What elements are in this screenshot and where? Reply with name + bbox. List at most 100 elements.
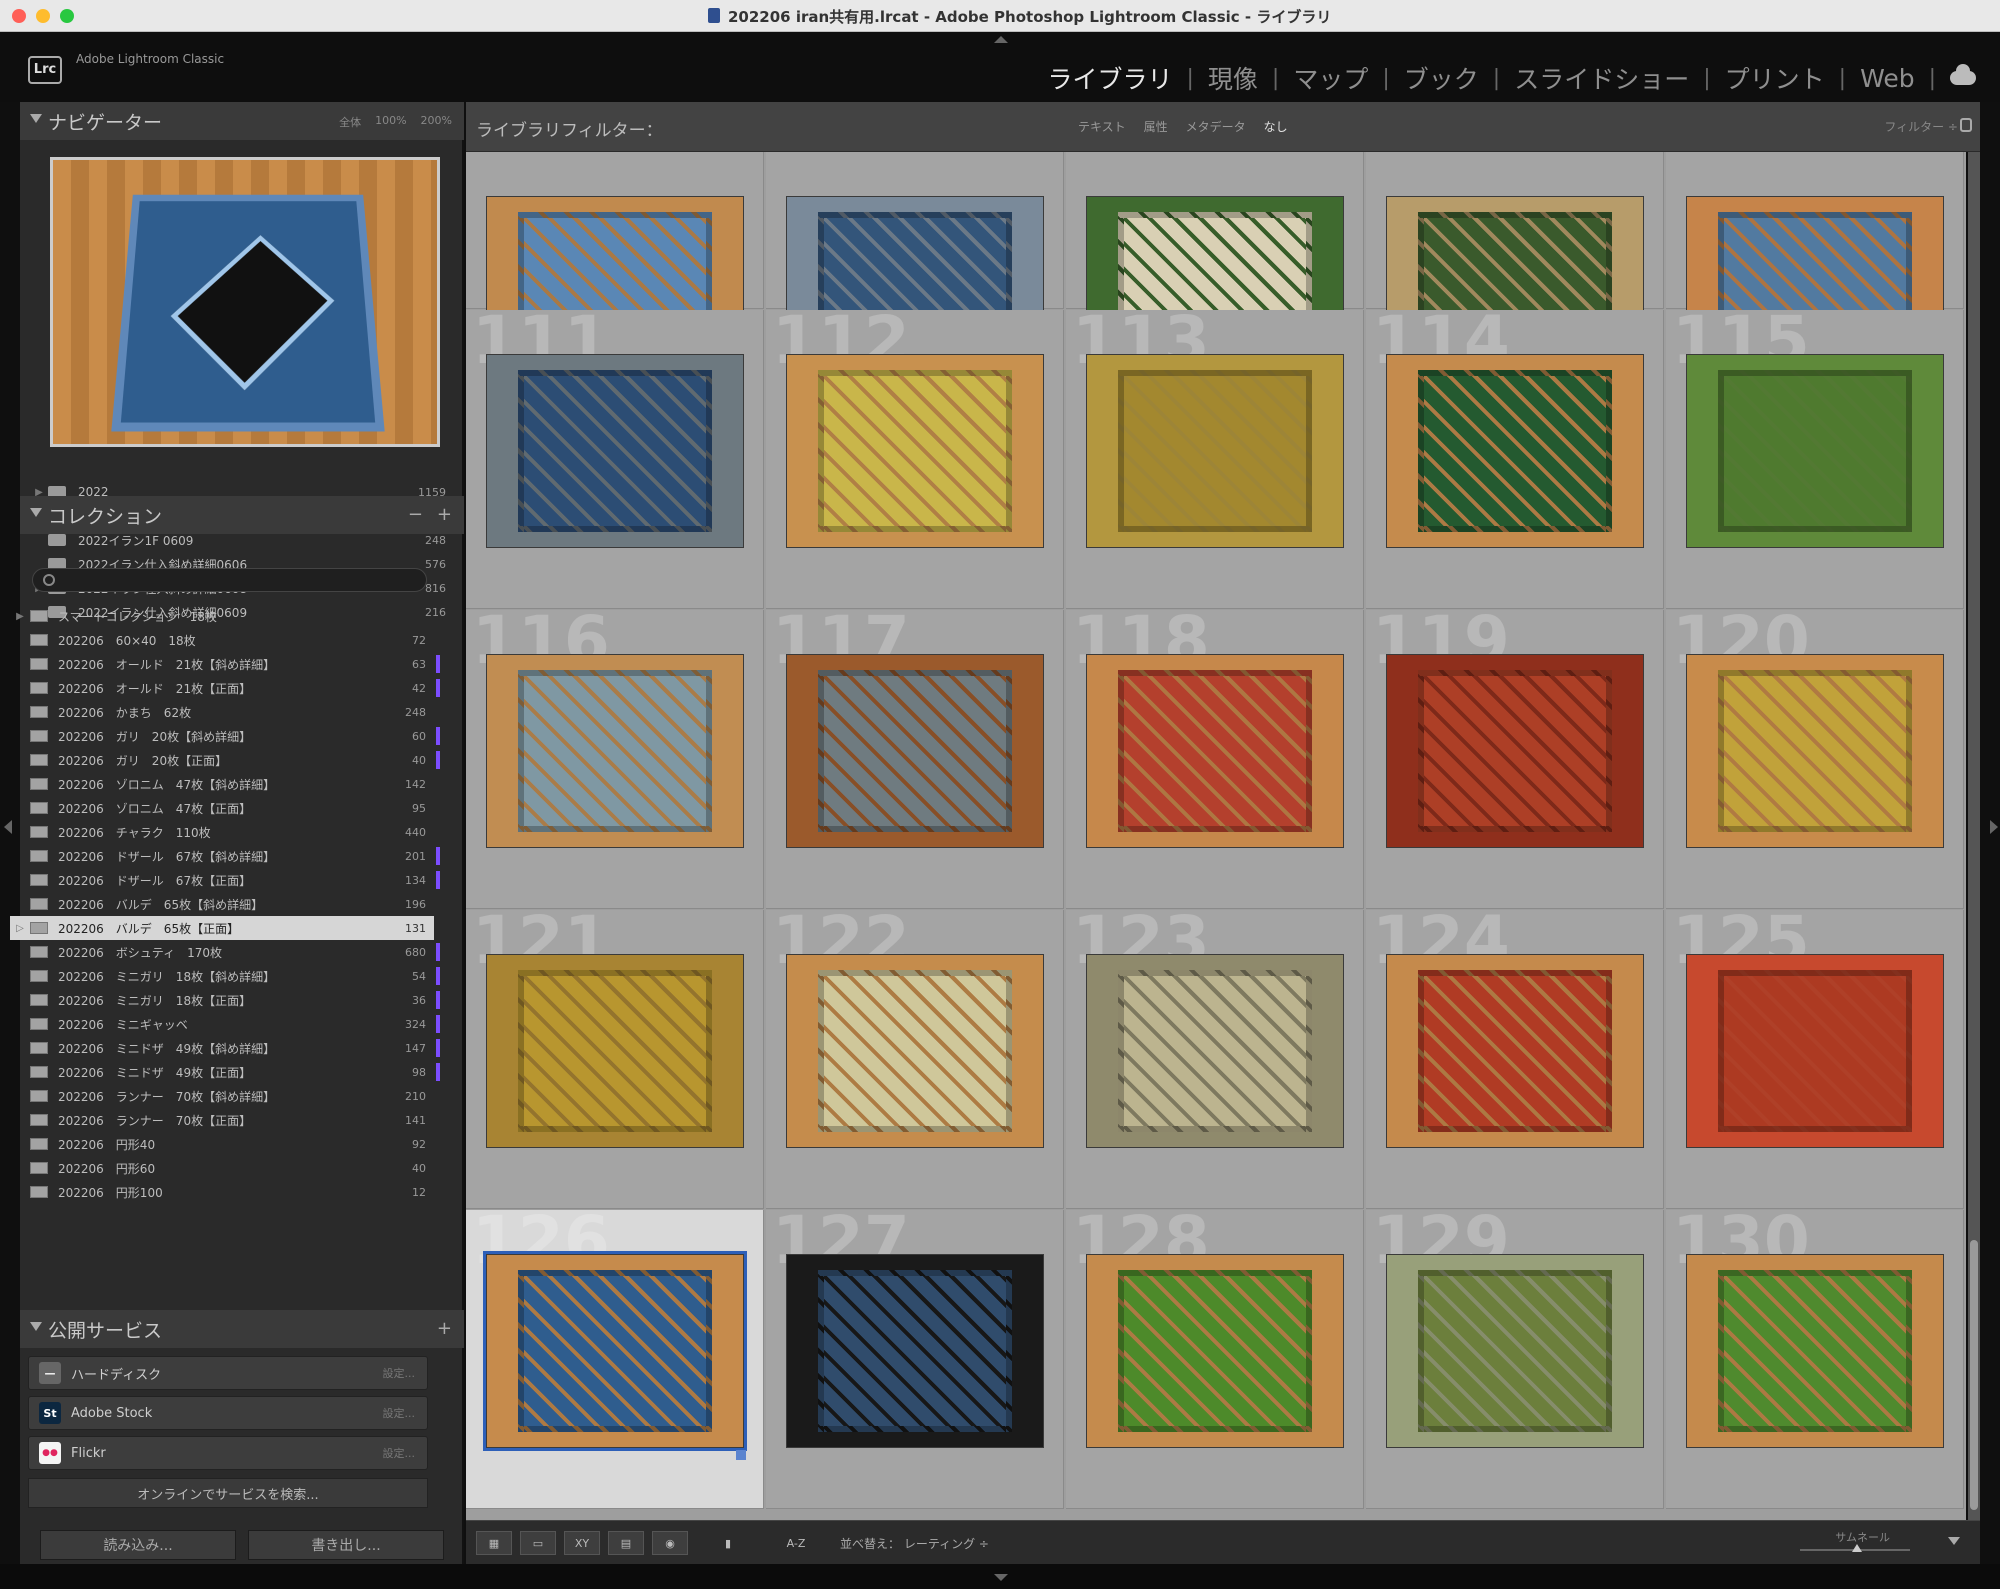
collection-row[interactable]: 202206 ミニギャッベ 324 bbox=[10, 1012, 434, 1036]
grid-cell[interactable]: 129 bbox=[1366, 1210, 1664, 1509]
grid-cell[interactable]: 124 bbox=[1366, 910, 1664, 1209]
photo-thumbnail[interactable] bbox=[1686, 654, 1944, 848]
module-print[interactable]: プリント bbox=[1711, 60, 1839, 96]
grid-cell[interactable]: 128 bbox=[1066, 1210, 1364, 1509]
photo-thumbnail[interactable] bbox=[786, 954, 1044, 1148]
photo-thumbnail[interactable] bbox=[786, 354, 1044, 548]
collection-row[interactable]: 202206 ゾロニム 47枚【正面】 95 bbox=[10, 796, 434, 820]
bottom-panel-toggle-icon[interactable] bbox=[994, 1574, 1008, 1581]
publish-service-item[interactable]: — ハードディスク 設定... bbox=[28, 1356, 428, 1390]
import-button[interactable]: 読み込み... bbox=[40, 1530, 236, 1560]
collections-header[interactable]: コレクション − + bbox=[20, 496, 464, 534]
export-button[interactable]: 書き出し... bbox=[248, 1530, 444, 1560]
collection-row[interactable]: 202206 円形40 92 bbox=[10, 1132, 434, 1156]
right-panel-toggle-icon[interactable] bbox=[1990, 820, 1998, 834]
grid-cell[interactable] bbox=[1066, 152, 1364, 309]
toolbar-menu-icon[interactable] bbox=[1948, 1537, 1960, 1545]
collection-row[interactable]: 202206 ドザール 67枚【斜め詳細】 201 bbox=[10, 844, 434, 868]
top-panel-toggle-icon[interactable] bbox=[994, 36, 1008, 43]
publish-service-settings[interactable]: 設定... bbox=[383, 1445, 416, 1461]
grid-cell[interactable]: 130 bbox=[1666, 1210, 1964, 1509]
sort-direction-icon[interactable]: A-Z bbox=[776, 1531, 816, 1555]
lock-icon[interactable] bbox=[1960, 118, 1972, 132]
photo-thumbnail[interactable] bbox=[486, 354, 744, 548]
find-online-services-button[interactable]: オンラインでサービスを検索... bbox=[28, 1478, 428, 1508]
photo-thumbnail[interactable] bbox=[1386, 654, 1644, 848]
navigator-header[interactable]: ナビゲーター 全体 100% 200% bbox=[20, 102, 464, 140]
grid-scroll-thumb[interactable] bbox=[1970, 1240, 1978, 1510]
zoom-fit[interactable]: 全体 bbox=[339, 114, 361, 130]
module-library[interactable]: ライブラリ bbox=[1033, 60, 1186, 96]
publish-service-item[interactable]: St Adobe Stock 設定... bbox=[28, 1396, 428, 1430]
collection-row[interactable]: 202206 ゾロニム 47枚【斜め詳細】 142 bbox=[10, 772, 434, 796]
photo-thumbnail[interactable] bbox=[1686, 954, 1944, 1148]
people-view-icon[interactable]: ◉ bbox=[652, 1531, 688, 1555]
photo-thumbnail[interactable] bbox=[1686, 1254, 1944, 1448]
photo-thumbnail[interactable] bbox=[1386, 954, 1644, 1148]
add-publish-service-button[interactable]: + bbox=[437, 1318, 452, 1339]
maximize-window-button[interactable] bbox=[60, 9, 74, 23]
grid-cell[interactable]: 125 bbox=[1666, 910, 1964, 1209]
filter-preset-select[interactable]: フィルター ÷ bbox=[1884, 118, 1958, 135]
photo-thumbnail[interactable] bbox=[786, 1254, 1044, 1448]
photo-thumbnail[interactable] bbox=[486, 654, 744, 848]
collection-row[interactable]: 202206 チャラク 110枚 440 bbox=[10, 820, 434, 844]
grid-cell[interactable]: 111 bbox=[466, 310, 764, 609]
selection-handle-icon[interactable] bbox=[736, 1450, 746, 1460]
collapse-triangle-icon[interactable] bbox=[30, 508, 42, 517]
navigator-preview[interactable] bbox=[50, 157, 440, 447]
grid-cell[interactable] bbox=[766, 152, 1064, 309]
disclosure-triangle-icon[interactable]: ▶ bbox=[10, 611, 30, 622]
module-web[interactable]: Web bbox=[1846, 64, 1929, 93]
collection-row[interactable]: 202206 ランナー 70枚【正面】 141 bbox=[10, 1108, 434, 1132]
grid-cell[interactable]: 114 bbox=[1366, 310, 1664, 609]
sort-order-select[interactable]: 並べ替え： レーティング ÷ bbox=[840, 1535, 989, 1552]
filter-none[interactable]: なし bbox=[1264, 118, 1288, 135]
grid-cell[interactable]: 118 bbox=[1066, 610, 1364, 909]
module-book[interactable]: ブック bbox=[1390, 60, 1493, 96]
grid-cell[interactable]: 121 bbox=[466, 910, 764, 1209]
collection-row[interactable]: 202206 ドザール 67枚【正面】 134 bbox=[10, 868, 434, 892]
module-slideshow[interactable]: スライドショー bbox=[1500, 60, 1703, 96]
disclosure-triangle-icon[interactable]: ▷ bbox=[10, 923, 30, 934]
close-window-button[interactable] bbox=[12, 9, 26, 23]
collection-row[interactable]: 202206 円形60 40 bbox=[10, 1156, 434, 1180]
collapse-triangle-icon[interactable] bbox=[30, 1322, 42, 1331]
collection-row[interactable]: 202206 ガリ 20枚【斜め詳細】 60 bbox=[10, 724, 434, 748]
grid-cell[interactable]: 116 bbox=[466, 610, 764, 909]
zoom-100[interactable]: 100% bbox=[375, 114, 406, 130]
survey-view-icon[interactable]: ▤ bbox=[608, 1531, 644, 1555]
collection-row[interactable]: ▶ スマートコレクション 18枚 bbox=[10, 604, 434, 628]
filter-attribute[interactable]: 属性 bbox=[1144, 118, 1168, 135]
photo-thumbnail[interactable] bbox=[486, 954, 744, 1148]
collection-row[interactable]: 202206 ミニドザ 49枚【正面】 98 bbox=[10, 1060, 434, 1084]
grid-cell[interactable]: 119 bbox=[1366, 610, 1664, 909]
module-develop[interactable]: 現像 bbox=[1194, 60, 1272, 96]
grid-cell[interactable]: 120 bbox=[1666, 610, 1964, 909]
collection-row[interactable]: 202206 ランナー 70枚【斜め詳細】 210 bbox=[10, 1084, 434, 1108]
grid-cell[interactable] bbox=[466, 152, 764, 309]
collection-row[interactable]: 202206 ガリ 20枚【正面】 40 bbox=[10, 748, 434, 772]
grid-cell[interactable]: 123 bbox=[1066, 910, 1364, 1209]
painter-icon[interactable]: ▮ bbox=[716, 1531, 740, 1555]
photo-thumbnail[interactable] bbox=[1686, 354, 1944, 548]
filter-text[interactable]: テキスト bbox=[1078, 118, 1126, 135]
compare-view-icon[interactable]: XY bbox=[564, 1531, 600, 1555]
module-map[interactable]: マップ bbox=[1279, 60, 1382, 96]
collection-row[interactable]: 202206 ミニドザ 49枚【斜め詳細】 147 bbox=[10, 1036, 434, 1060]
collection-row[interactable]: 202206 バルデ 65枚【斜め詳細】 196 bbox=[10, 892, 434, 916]
publish-services-header[interactable]: 公開サービス + bbox=[20, 1310, 464, 1348]
grid-cell[interactable] bbox=[1366, 152, 1664, 309]
grid-view-icon[interactable]: ▦ bbox=[476, 1531, 512, 1555]
collection-row[interactable]: 202206 ミニガリ 18枚【正面】 36 bbox=[10, 988, 434, 1012]
thumbnail-size-knob[interactable] bbox=[1852, 1544, 1862, 1552]
grid-cell[interactable]: 122 bbox=[766, 910, 1064, 1209]
collection-row[interactable]: ▷ 202206 バルデ 65枚【正面】 131 bbox=[10, 916, 434, 940]
collapse-triangle-icon[interactable] bbox=[30, 114, 42, 123]
photo-thumbnail[interactable] bbox=[1086, 654, 1344, 848]
collection-row[interactable]: 202206 オールド 21枚【正面】 42 bbox=[10, 676, 434, 700]
grid-cell[interactable] bbox=[1666, 152, 1964, 309]
add-collection-button[interactable]: + bbox=[437, 504, 452, 525]
grid-cell[interactable]: 112 bbox=[766, 310, 1064, 609]
photo-thumbnail[interactable] bbox=[1086, 354, 1344, 548]
